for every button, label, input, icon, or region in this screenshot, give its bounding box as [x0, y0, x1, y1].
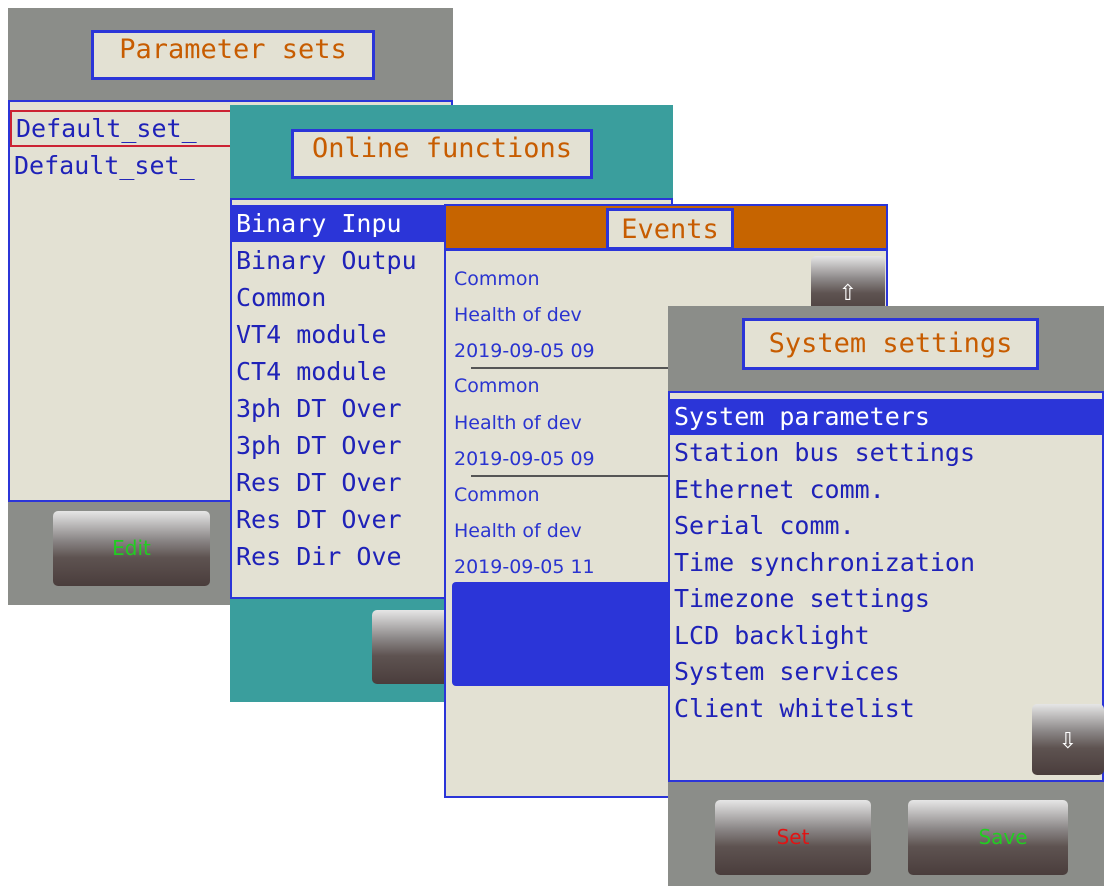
edit-button[interactable]: Edit	[53, 511, 210, 586]
list-item[interactable]: Station bus settings	[670, 435, 1102, 472]
event-text: Health of dev	[454, 520, 582, 542]
list-item[interactable]: LCD backlight	[670, 618, 1102, 655]
event-text: Health of dev	[454, 412, 582, 434]
system-settings-title: System settings	[742, 318, 1039, 370]
arrow-down-icon: ⇩	[1058, 729, 1078, 754]
event-time: 2019-09-05 11	[454, 556, 595, 578]
events-header-line	[446, 248, 886, 251]
list-item[interactable]: System parameters	[670, 399, 1102, 435]
arrow-up-icon: ⇧	[838, 281, 858, 306]
set-button[interactable]: Set	[715, 800, 871, 875]
event-text: Health of dev	[454, 304, 582, 326]
event-time: 2019-09-05 09	[454, 340, 595, 362]
events-title: Events	[606, 208, 734, 250]
event-source: Common	[454, 375, 540, 397]
list-item[interactable]: Serial comm.	[670, 508, 1102, 545]
list-item[interactable]: Timezone settings	[670, 581, 1102, 618]
save-button[interactable]: Save	[908, 800, 1068, 875]
event-source: Common	[454, 268, 540, 290]
scroll-down-button[interactable]: ⇩	[1032, 704, 1104, 775]
list-item[interactable]: System services	[670, 654, 1102, 691]
list-item[interactable]: Ethernet comm.	[670, 472, 1102, 509]
system-settings-panel: System settings System parameters Statio…	[668, 306, 1104, 886]
list-item[interactable]: Time synchronization	[670, 545, 1102, 582]
parameter-sets-title: Parameter sets	[91, 30, 375, 80]
event-time: 2019-09-05 09	[454, 448, 595, 470]
event-source: Common	[454, 484, 540, 506]
online-functions-title: Online functions	[291, 129, 593, 179]
